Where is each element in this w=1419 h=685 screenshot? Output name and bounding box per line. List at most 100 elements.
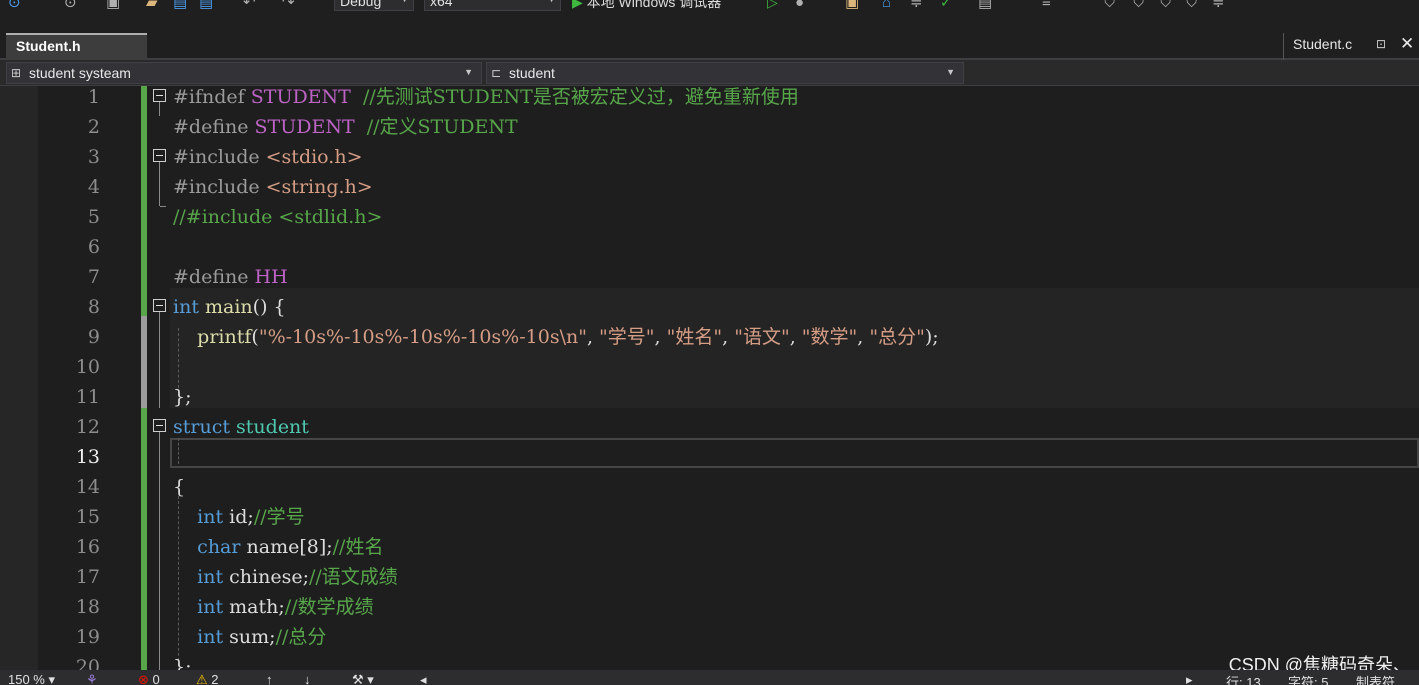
- configuration-dropdown[interactable]: Debug ▼: [334, 0, 414, 11]
- scope-value: student: [509, 65, 555, 81]
- bookmark-prev-icon[interactable]: ⛉: [1133, 0, 1144, 11]
- code-line[interactable]: int chinese;//语文成绩: [173, 562, 398, 592]
- next-issue-icon[interactable]: ↓: [304, 672, 311, 685]
- collapse-icon[interactable]: [153, 419, 166, 432]
- change-tracking-bar-saved: [141, 316, 147, 408]
- tab-label: Student.c: [1293, 36, 1353, 52]
- line-number: 10: [75, 356, 100, 378]
- line-number: 1: [87, 86, 100, 108]
- bookmark-clear-icon[interactable]: ⛉: [1186, 0, 1197, 11]
- code-token: //定义STUDENT: [354, 116, 518, 138]
- code-token: "姓名": [666, 326, 723, 348]
- zoom-dropdown[interactable]: 150 % ▾: [8, 672, 55, 685]
- error-icon: ⊗: [138, 672, 149, 685]
- solution-icon[interactable]: ⌂: [882, 0, 891, 11]
- code-line[interactable]: #include <stdio.h>: [173, 142, 363, 172]
- find-icon[interactable]: ▣: [845, 0, 859, 11]
- line-number: 20: [75, 656, 100, 670]
- code-line[interactable]: printf("%-10s%-10s%-10s%-10s%-10s\n", "学…: [173, 322, 939, 352]
- toolbar-overflow-icon[interactable]: ≑: [1212, 0, 1225, 11]
- code-token: <stdio.h>: [265, 146, 363, 168]
- code-line[interactable]: #define STUDENT //定义STUDENT: [173, 112, 518, 142]
- code-line[interactable]: {: [173, 472, 185, 502]
- forward-icon[interactable]: ⊙: [64, 0, 77, 11]
- open-folder-icon[interactable]: ▰: [146, 0, 158, 11]
- start-debugging-button[interactable]: ▶ 本地 Windows 调试器: [572, 0, 721, 11]
- code-cleanup-icon[interactable]: ⚒ ▾: [352, 672, 374, 685]
- code-line[interactable]: char name[8];//姓名: [173, 532, 383, 562]
- redo-icon[interactable]: ↷: [282, 0, 295, 11]
- platform-dropdown[interactable]: x64 ▼: [424, 0, 561, 11]
- tab-student-c[interactable]: Student.c ⊡ ✕: [1283, 33, 1419, 60]
- close-icon[interactable]: ✕: [1400, 34, 1414, 54]
- start-without-debugging-icon[interactable]: ▷: [767, 0, 778, 11]
- save-all-icon[interactable]: ▤: [199, 0, 213, 11]
- struct-icon: ⊏: [491, 66, 502, 80]
- code-token: char: [197, 536, 241, 558]
- code-token: printf: [197, 326, 252, 348]
- chevron-down-icon: ▼: [547, 0, 556, 4]
- zoom-value: 150 %: [8, 672, 45, 685]
- indent-icon[interactable]: ≡: [1042, 0, 1051, 11]
- tab-student-h[interactable]: Student.h: [6, 33, 147, 60]
- outline-guide: [159, 312, 160, 408]
- code-token: ,: [857, 326, 870, 348]
- collapse-icon[interactable]: [153, 299, 166, 312]
- project-dropdown[interactable]: ⊞ student systeam ▼: [6, 62, 482, 84]
- undo-icon[interactable]: ↶: [243, 0, 256, 11]
- code-editor[interactable]: 1 2 3 4 5 6 7 8 9 10 11 12 13 14 15 16 17 18 19 20 #ifndef …: [0, 86, 1419, 670]
- code-token: //姓名: [332, 536, 384, 558]
- code-line[interactable]: #ifndef STUDENT //先测试STUDENT是否被宏定义过，避免重新…: [173, 86, 799, 112]
- format-icon[interactable]: ≑: [910, 0, 923, 11]
- code-line[interactable]: int math;//数学成绩: [173, 592, 373, 622]
- chevron-down-icon: ▼: [946, 67, 955, 77]
- code-line[interactable]: //#include <stdlid.h>: [173, 202, 382, 232]
- bookmark-next-icon[interactable]: ⛉: [1160, 0, 1171, 11]
- code-token: #define: [173, 116, 255, 138]
- check-icon[interactable]: ✓: [940, 0, 952, 11]
- code-line[interactable]: int id;//学号: [173, 502, 304, 532]
- current-line-highlight: [170, 438, 1419, 468]
- line-indicator[interactable]: 行: 13: [1226, 672, 1261, 685]
- play-icon: ▶: [572, 0, 583, 10]
- back-icon[interactable]: ⊙: [8, 0, 21, 11]
- pin-icon[interactable]: ⊡: [1376, 37, 1386, 51]
- line-number: 18: [75, 596, 100, 618]
- bookmark-icon[interactable]: ⛉: [1104, 0, 1115, 11]
- record-icon[interactable]: ●: [795, 0, 804, 11]
- new-project-icon[interactable]: ▣: [106, 0, 120, 11]
- code-line[interactable]: #define HH: [173, 262, 288, 292]
- scroll-left-icon[interactable]: ◂: [420, 672, 427, 685]
- scroll-right-icon[interactable]: ▸: [1186, 672, 1193, 685]
- code-token: STUDENT: [254, 116, 355, 138]
- save-icon[interactable]: ▤: [173, 0, 187, 11]
- code-line[interactable]: };: [173, 382, 192, 412]
- scope-dropdown[interactable]: ⊏ student ▼: [486, 62, 964, 84]
- code-line[interactable]: int main() {: [173, 292, 286, 322]
- tabs-indicator[interactable]: 制表符: [1356, 672, 1395, 685]
- code-token: STUDENT: [250, 86, 351, 108]
- collapse-icon[interactable]: [153, 149, 166, 162]
- previous-issue-icon[interactable]: ↑: [266, 672, 273, 685]
- outline-guide: [159, 432, 160, 670]
- code-line[interactable]: int sum;//总分: [173, 622, 326, 652]
- line-number: 14: [75, 476, 100, 498]
- line-number: 5: [87, 206, 100, 228]
- code-line[interactable]: #include <string.h>: [173, 172, 373, 202]
- code-line[interactable]: };: [173, 652, 192, 670]
- chevron-down-icon: ▼: [400, 0, 409, 4]
- intellicode-icon[interactable]: ⚘: [86, 672, 98, 685]
- comment-icon[interactable]: ▤: [978, 0, 992, 11]
- collapse-icon[interactable]: [153, 89, 166, 102]
- char-indicator[interactable]: 字符: 5: [1288, 672, 1328, 685]
- line-number: 7: [87, 266, 100, 288]
- code-token: () {: [252, 296, 286, 318]
- code-line[interactable]: struct student: [173, 412, 309, 442]
- warnings-indicator[interactable]: ⚠ 2: [196, 672, 219, 685]
- line-number: 12: [75, 416, 100, 438]
- errors-indicator[interactable]: ⊗ 0: [138, 672, 160, 685]
- glyph-margin[interactable]: [0, 86, 38, 670]
- code-token: "总分": [869, 326, 925, 348]
